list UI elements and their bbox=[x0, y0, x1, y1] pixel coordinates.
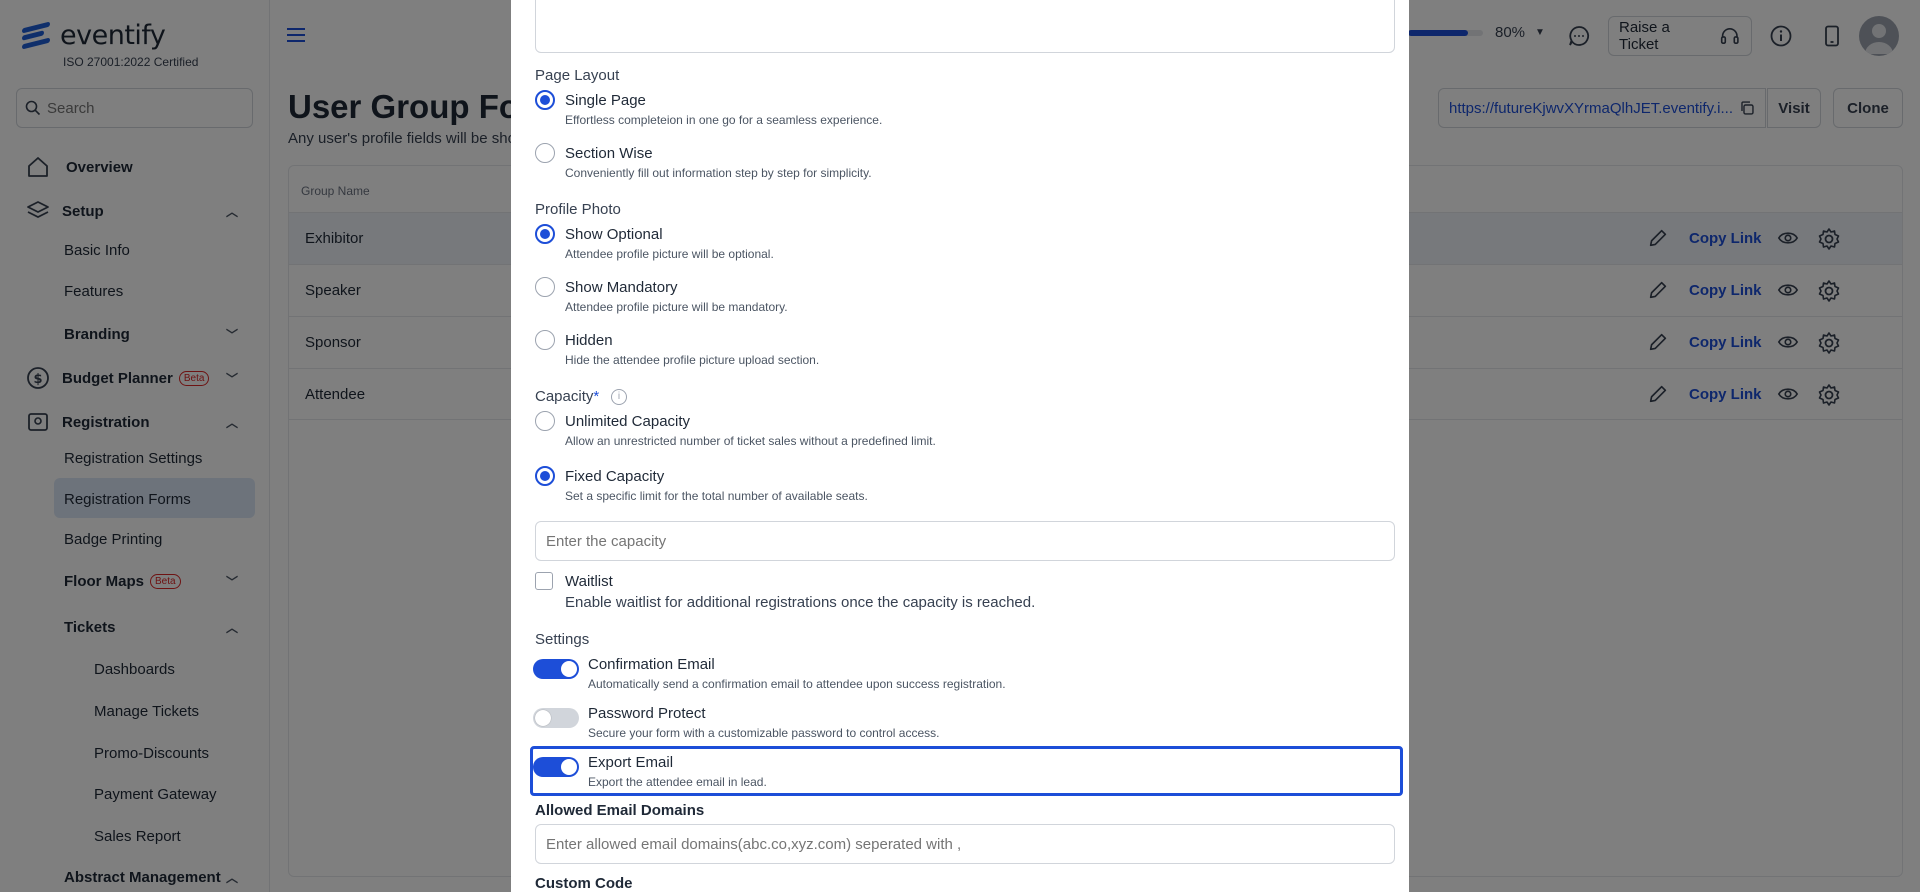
unlimited-capacity-radio[interactable] bbox=[535, 411, 555, 431]
capacity-input-wrap[interactable] bbox=[535, 521, 1395, 561]
export-email-title: Export Email bbox=[588, 754, 674, 771]
confirmation-email-title: Confirmation Email bbox=[588, 656, 715, 673]
single-page-title: Single Page bbox=[565, 92, 646, 109]
export-email-desc: Export the attendee email in lead. bbox=[588, 775, 767, 789]
show-optional-desc: Attendee profile picture will be optiona… bbox=[565, 247, 774, 261]
single-page-desc: Effortless completeion in one go for a s… bbox=[565, 113, 883, 127]
show-optional-radio[interactable] bbox=[535, 224, 555, 244]
export-email-toggle[interactable] bbox=[533, 757, 579, 777]
single-page-radio[interactable] bbox=[535, 90, 555, 110]
section-wise-title: Section Wise bbox=[565, 145, 653, 162]
unlimited-capacity-desc: Allow an unrestricted number of ticket s… bbox=[565, 434, 936, 448]
waitlist-title: Waitlist bbox=[565, 573, 613, 590]
page-layout-label: Page Layout bbox=[535, 67, 620, 84]
fixed-capacity-radio[interactable] bbox=[535, 466, 555, 486]
allowed-domains-label: Allowed Email Domains bbox=[535, 802, 705, 819]
show-mandatory-desc: Attendee profile picture will be mandato… bbox=[565, 300, 788, 314]
description-textarea[interactable] bbox=[535, 0, 1395, 53]
hidden-desc: Hide the attendee profile picture upload… bbox=[565, 353, 820, 367]
password-protect-desc: Secure your form with a customizable pas… bbox=[588, 726, 940, 740]
fixed-capacity-desc: Set a specific limit for the total numbe… bbox=[565, 489, 868, 503]
password-protect-title: Password Protect bbox=[588, 705, 706, 722]
unlimited-capacity-title: Unlimited Capacity bbox=[565, 413, 691, 430]
profile-photo-label: Profile Photo bbox=[535, 201, 621, 218]
waitlist-desc: Enable waitlist for additional registrat… bbox=[565, 594, 1036, 611]
confirmation-email-desc: Automatically send a confirmation email … bbox=[588, 677, 1006, 691]
show-mandatory-radio[interactable] bbox=[535, 277, 555, 297]
settings-label: Settings bbox=[535, 631, 590, 648]
capacity-input[interactable] bbox=[536, 522, 1394, 560]
section-wise-radio[interactable] bbox=[535, 143, 555, 163]
hidden-radio[interactable] bbox=[535, 330, 555, 350]
fixed-capacity-title: Fixed Capacity bbox=[565, 468, 665, 485]
waitlist-checkbox[interactable] bbox=[535, 572, 553, 590]
password-protect-toggle[interactable] bbox=[533, 708, 579, 728]
hidden-title: Hidden bbox=[565, 332, 613, 349]
show-mandatory-title: Show Mandatory bbox=[565, 279, 678, 296]
show-optional-title: Show Optional bbox=[565, 226, 663, 243]
form-settings-panel: Page Layout Single Page Effortless compl… bbox=[511, 0, 1409, 892]
section-wise-desc: Conveniently fill out information step b… bbox=[565, 166, 872, 180]
allowed-domains-input[interactable] bbox=[536, 825, 1394, 863]
custom-code-label: Custom Code bbox=[535, 875, 633, 892]
capacity-label: Capacity* bbox=[535, 388, 600, 405]
confirmation-email-toggle[interactable] bbox=[533, 659, 579, 679]
info-icon[interactable]: i bbox=[611, 389, 627, 405]
allowed-domains-input-wrap[interactable] bbox=[535, 824, 1395, 864]
